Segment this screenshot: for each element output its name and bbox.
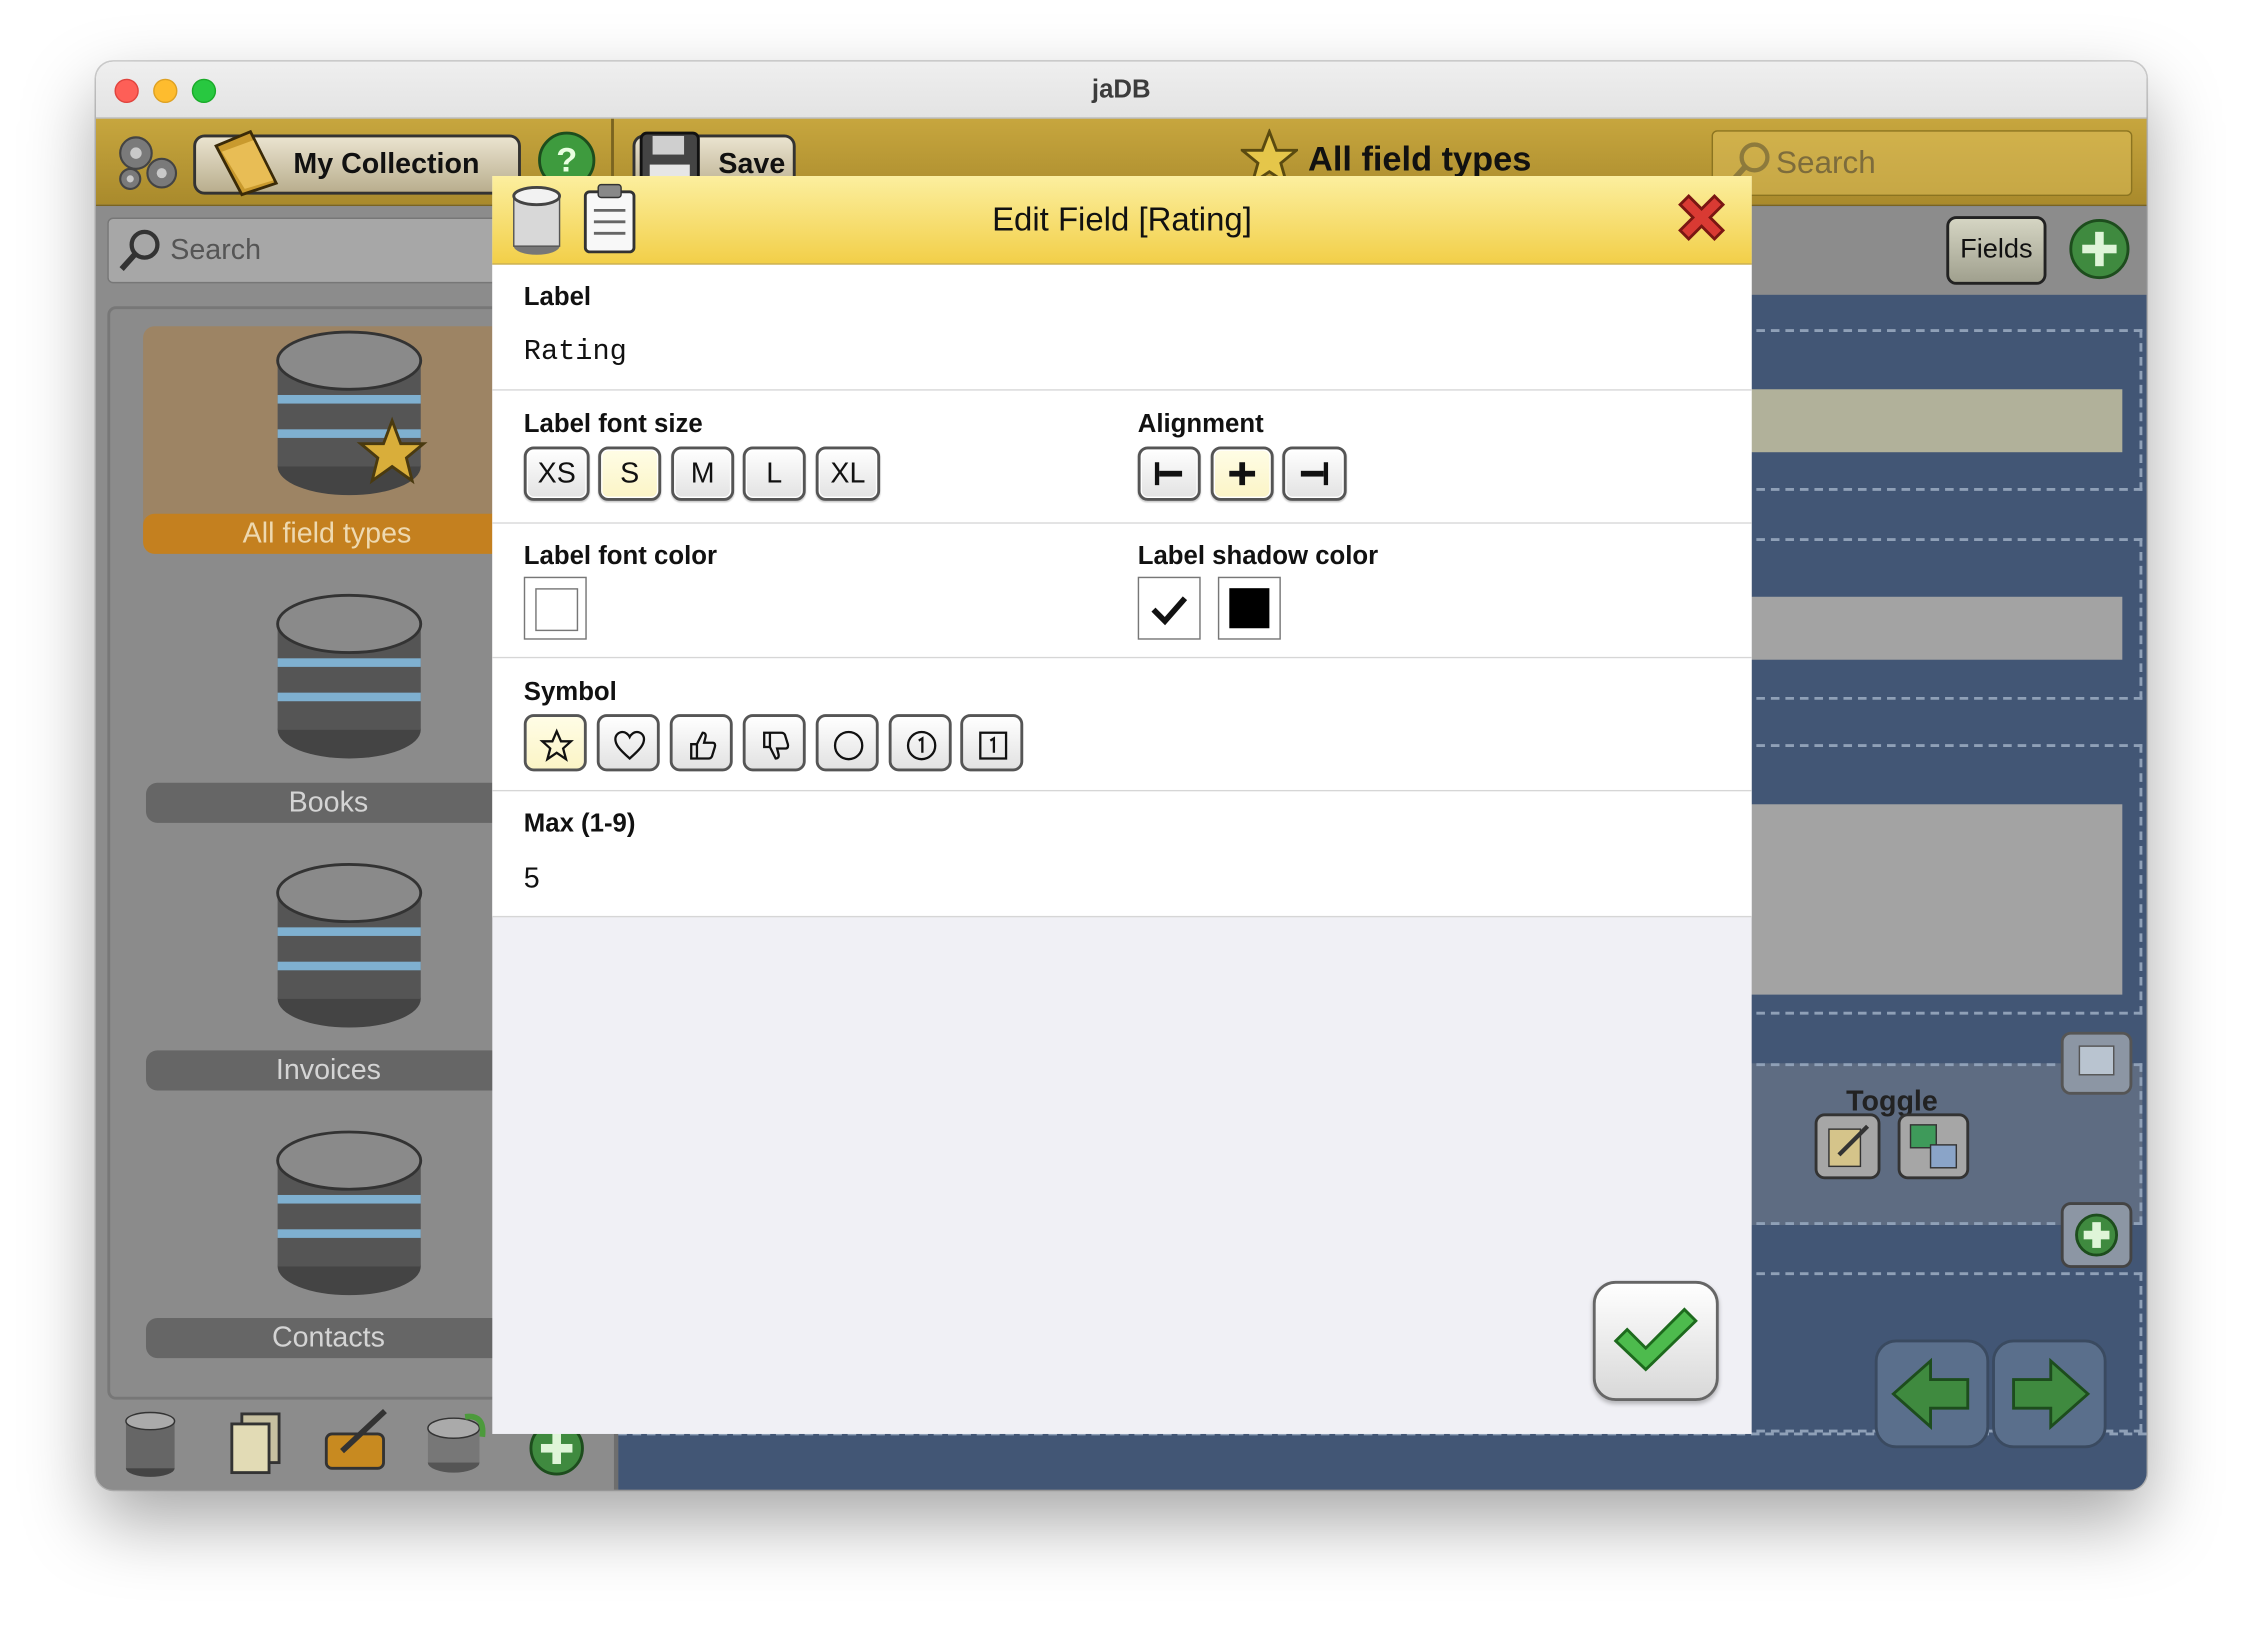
font-color-swatch[interactable]	[523, 576, 587, 640]
boxed-one-icon	[979, 731, 1008, 760]
folder-icon	[214, 129, 279, 197]
label-section: Label Rating	[492, 264, 1752, 391]
heart-icon	[614, 730, 646, 761]
green-checkmark-icon	[1613, 1307, 1698, 1372]
collection-tile-all-field-types[interactable]: All field types	[143, 326, 511, 554]
window-title: jaDB	[1091, 74, 1151, 104]
label-input[interactable]: Rating	[524, 336, 627, 369]
align-right-button[interactable]	[1282, 446, 1347, 501]
shadow-color-checkbox[interactable]	[1137, 576, 1201, 640]
shadow-color-fill	[1229, 588, 1270, 629]
collection-button[interactable]: My Collection	[193, 129, 521, 197]
font-size-xl-button[interactable]: XL	[815, 446, 881, 501]
next-record-button[interactable]	[1991, 1338, 2108, 1450]
image-icon[interactable]	[2059, 1030, 2133, 1096]
collection-label: All field types	[143, 513, 511, 554]
add-field-icon[interactable]	[2067, 216, 2133, 282]
collection-list: All field types Books Invoices Contacts	[107, 306, 514, 1400]
current-collection-title: All field types	[1308, 140, 1532, 179]
shadow-color-heading: Label shadow color	[1137, 540, 1379, 570]
symbol-heart-button[interactable]	[596, 714, 660, 772]
database-star-icon	[276, 330, 428, 496]
collection-tile-invoices[interactable]: Invoices	[145, 1050, 511, 1091]
collection-tile-books[interactable]: Books	[145, 782, 511, 823]
max-section: Max (1-9) 5	[492, 791, 1752, 918]
field-value-box[interactable]	[1727, 389, 2123, 453]
font-size-m-button[interactable]: M	[671, 446, 735, 501]
label-heading: Label	[523, 281, 592, 311]
database-icon	[276, 1130, 423, 1296]
fields-button[interactable]: Fields	[1946, 216, 2047, 285]
shadow-color-swatch[interactable]	[1217, 576, 1281, 640]
checkmark-icon	[1151, 596, 1188, 626]
right-align-icon	[1300, 462, 1329, 486]
close-icon[interactable]	[1669, 185, 1735, 251]
dialog-title: Edit Field [Rating]	[992, 200, 1252, 238]
symbol-thumbs-up-button[interactable]	[669, 714, 733, 772]
left-align-icon	[1154, 462, 1183, 486]
max-heading: Max (1-9)	[523, 808, 636, 838]
dialog-header: Edit Field [Rating]	[492, 176, 1752, 265]
collection-tile-contacts[interactable]: Contacts	[145, 1318, 511, 1359]
field-value-box[interactable]	[1727, 804, 2123, 995]
database-icon	[276, 593, 423, 759]
font-size-heading: Label font size	[523, 409, 703, 438]
font-color-fill	[535, 588, 579, 632]
circled-one-icon	[906, 730, 937, 761]
alignment-heading: Alignment	[1137, 409, 1264, 438]
symbol-circle-button[interactable]	[815, 714, 879, 772]
center-align-icon	[1229, 462, 1256, 486]
thumbs-up-icon	[690, 731, 717, 760]
confirm-button[interactable]	[1592, 1280, 1719, 1402]
database-cylinder-icon[interactable]	[122, 1408, 179, 1480]
font-color-heading: Label font color	[523, 540, 717, 570]
database-sync-icon[interactable]	[422, 1408, 491, 1477]
symbol-circled-number-button[interactable]	[888, 714, 952, 772]
align-center-button[interactable]	[1210, 446, 1274, 501]
add-record-icon[interactable]	[2059, 1201, 2133, 1270]
search-icon	[119, 229, 160, 271]
font-size-xs-button[interactable]: XS	[523, 446, 590, 501]
database-icon	[276, 862, 423, 1028]
settings-gears-icon[interactable]	[110, 127, 182, 196]
svg-text:?: ?	[556, 142, 577, 180]
field-value-box[interactable]	[1727, 596, 2123, 660]
circle-icon	[833, 730, 864, 761]
symbol-thumbs-down-button[interactable]	[742, 714, 806, 772]
toggle-switch-icon[interactable]	[1896, 1112, 1970, 1181]
duplicate-icon[interactable]	[228, 1411, 285, 1477]
sidebar-search-placeholder: Search	[170, 234, 261, 267]
symbol-heading: Symbol	[523, 676, 617, 706]
sidebar-search-input[interactable]: Search	[107, 217, 511, 284]
edit-icon[interactable]	[1813, 1112, 1882, 1181]
edit-field-dialog: Edit Field [Rating] Label Rating Label f…	[492, 176, 1752, 1434]
global-search-placeholder: Search	[1775, 144, 1876, 181]
symbol-star-button[interactable]	[523, 714, 587, 772]
font-size-l-button[interactable]: L	[742, 446, 806, 501]
global-search-input[interactable]: Search	[1711, 130, 2133, 197]
previous-record-button[interactable]	[1873, 1338, 1990, 1450]
font-size-s-button[interactable]: S	[598, 446, 662, 501]
collection-label: My Collection	[293, 148, 480, 181]
thumbs-down-icon	[763, 731, 790, 760]
max-input[interactable]: 5	[524, 863, 540, 896]
symbol-boxed-number-button[interactable]	[960, 714, 1024, 772]
rename-icon[interactable]	[322, 1408, 391, 1477]
align-left-button[interactable]	[1137, 446, 1201, 501]
title-bar: jaDB	[95, 61, 2147, 119]
star-icon	[539, 728, 574, 762]
